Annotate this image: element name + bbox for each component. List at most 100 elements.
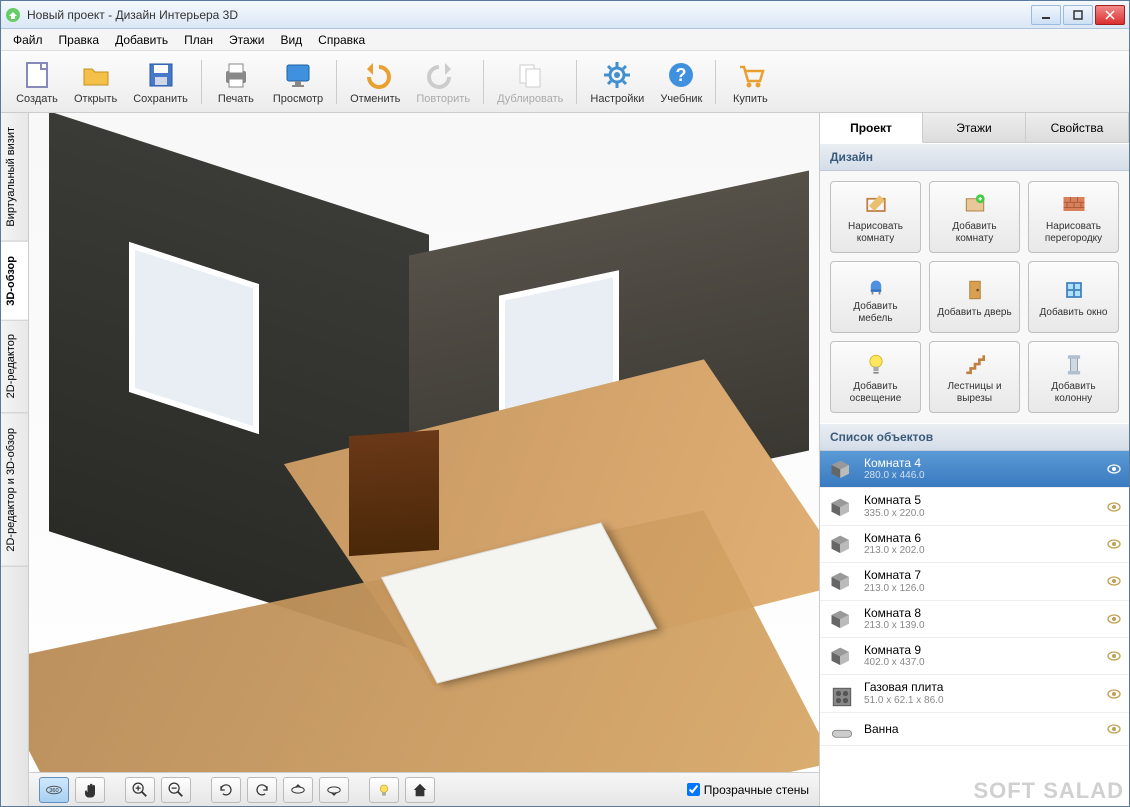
- window-title: Новый проект - Дизайн Интерьера 3D: [27, 8, 1031, 22]
- visibility-eye-icon[interactable]: [1107, 576, 1121, 586]
- toolbar-print-button[interactable]: Печать: [208, 56, 264, 108]
- design-column-button[interactable]: Добавить колонну: [1028, 341, 1119, 413]
- object-name: Ванна: [864, 722, 1099, 736]
- visibility-eye-icon[interactable]: [1107, 502, 1121, 512]
- view-tab[interactable]: 3D-обзор: [1, 242, 28, 321]
- design-window-button[interactable]: Добавить окно: [1028, 261, 1119, 333]
- toolbar-label: Просмотр: [273, 93, 323, 105]
- transparent-walls-checkbox[interactable]: Прозрачные стены: [687, 783, 809, 797]
- toolbar-separator: [576, 60, 577, 104]
- checkbox-input[interactable]: [687, 783, 700, 796]
- object-list-item[interactable]: Комната 7 213.0 x 126.0: [820, 563, 1129, 600]
- object-dimensions: 213.0 x 202.0: [864, 545, 1099, 557]
- design-button-label: Нарисовать перегородку: [1033, 221, 1114, 244]
- object-dimensions: 335.0 x 220.0: [864, 508, 1099, 520]
- visibility-eye-icon[interactable]: [1107, 689, 1121, 699]
- view-tilt-up-button[interactable]: [283, 777, 313, 803]
- menu-Этажи[interactable]: Этажи: [221, 31, 272, 49]
- object-list-item[interactable]: Комната 9 402.0 x 437.0: [820, 638, 1129, 675]
- hand-icon: [80, 780, 100, 800]
- toolbar-folder-button[interactable]: Открыть: [67, 56, 124, 108]
- object-name: Комната 9: [864, 643, 1099, 657]
- object-dimensions: 51.0 x 62.1 x 86.0: [864, 695, 1099, 707]
- design-button-label: Лестницы и вырезы: [934, 381, 1015, 404]
- viewport-toolbar: 360 Прозрачные стены: [29, 772, 819, 806]
- maximize-button[interactable]: [1063, 5, 1093, 25]
- view-tab[interactable]: Виртуальный визит: [1, 113, 28, 242]
- close-button[interactable]: [1095, 5, 1125, 25]
- chair-icon: [862, 270, 890, 298]
- view-zoom-in-button[interactable]: [125, 777, 155, 803]
- visibility-eye-icon[interactable]: [1107, 651, 1121, 661]
- toolbar-label: Отменить: [350, 93, 400, 105]
- design-add-room-button[interactable]: Добавить комнату: [929, 181, 1020, 253]
- toolbar-help-button[interactable]: ?Учебник: [653, 56, 709, 108]
- menu-Файл[interactable]: Файл: [5, 31, 51, 49]
- design-draw-room-button[interactable]: Нарисовать комнату: [830, 181, 921, 253]
- view-hand-button[interactable]: [75, 777, 105, 803]
- toolbar-save-button[interactable]: Сохранить: [126, 56, 195, 108]
- panel-tab-Проект[interactable]: Проект: [820, 113, 923, 143]
- view-zoom-out-button[interactable]: [161, 777, 191, 803]
- visibility-eye-icon[interactable]: [1107, 614, 1121, 624]
- visibility-eye-icon[interactable]: [1107, 539, 1121, 549]
- view-360-button[interactable]: 360: [39, 777, 69, 803]
- menu-План[interactable]: План: [176, 31, 221, 49]
- panel-tab-Этажи[interactable]: Этажи: [923, 113, 1026, 143]
- toolbar-cart-button[interactable]: Купить: [722, 56, 778, 108]
- toolbar-label: Создать: [16, 93, 58, 105]
- object-list-item[interactable]: Ванна: [820, 713, 1129, 746]
- design-chair-button[interactable]: Добавить мебель: [830, 261, 921, 333]
- object-list-item[interactable]: Газовая плита 51.0 x 62.1 x 86.0: [820, 675, 1129, 712]
- visibility-eye-icon[interactable]: [1107, 724, 1121, 734]
- toolbar-monitor-button[interactable]: Просмотр: [266, 56, 330, 108]
- view-rotate-cw-button[interactable]: [211, 777, 241, 803]
- right-panel: ПроектЭтажиСвойства Дизайн Нарисовать ко…: [819, 113, 1129, 806]
- scene-render: [29, 113, 819, 772]
- minimize-button[interactable]: [1031, 5, 1061, 25]
- object-dimensions: 213.0 x 126.0: [864, 583, 1099, 595]
- view-light-button[interactable]: [369, 777, 399, 803]
- help-icon: ?: [665, 59, 697, 91]
- object-list-item[interactable]: Комната 8 213.0 x 139.0: [820, 601, 1129, 638]
- box-icon: [828, 608, 856, 630]
- object-dimensions: 213.0 x 139.0: [864, 620, 1099, 632]
- view-rotate-ccw-button[interactable]: [247, 777, 277, 803]
- view-home-button[interactable]: [405, 777, 435, 803]
- toolbar-gear-button[interactable]: Настройки: [583, 56, 651, 108]
- home-icon: [410, 780, 430, 800]
- panel-tab-Свойства[interactable]: Свойства: [1026, 113, 1129, 143]
- file-icon: [21, 59, 53, 91]
- add-room-icon: [961, 190, 989, 218]
- view-tilt-down-button[interactable]: [319, 777, 349, 803]
- toolbar-label: Повторить: [416, 93, 470, 105]
- menu-Вид[interactable]: Вид: [272, 31, 310, 49]
- design-stairs-button[interactable]: Лестницы и вырезы: [929, 341, 1020, 413]
- box-icon: [828, 533, 856, 555]
- object-list-item[interactable]: Комната 6 213.0 x 202.0: [820, 526, 1129, 563]
- design-section-header: Дизайн: [820, 143, 1129, 171]
- design-door-button[interactable]: Добавить дверь: [929, 261, 1020, 333]
- design-button-label: Добавить окно: [1040, 307, 1108, 319]
- toolbar-label: Купить: [733, 93, 768, 105]
- zoom-out-icon: [166, 780, 186, 800]
- object-list-item[interactable]: Комната 4 280.0 x 446.0: [820, 451, 1129, 488]
- design-button-label: Добавить колонну: [1033, 381, 1114, 404]
- object-list-item[interactable]: Комната 5 335.0 x 220.0: [820, 488, 1129, 525]
- watermark: SOFT SALAD: [973, 781, 1124, 801]
- menu-Справка[interactable]: Справка: [310, 31, 373, 49]
- view-tab[interactable]: 2D-редактор: [1, 320, 28, 413]
- stairs-icon: [961, 350, 989, 378]
- toolbar-file-button[interactable]: Создать: [9, 56, 65, 108]
- menu-Добавить[interactable]: Добавить: [107, 31, 176, 49]
- toolbar-undo-button[interactable]: Отменить: [343, 56, 407, 108]
- design-wall-button[interactable]: Нарисовать перегородку: [1028, 181, 1119, 253]
- object-dimensions: 402.0 x 437.0: [864, 657, 1099, 669]
- 3d-viewport[interactable]: [29, 113, 819, 772]
- design-bulb-button[interactable]: Добавить освещение: [830, 341, 921, 413]
- visibility-eye-icon[interactable]: [1107, 464, 1121, 474]
- menu-Правка[interactable]: Правка: [51, 31, 108, 49]
- print-icon: [220, 59, 252, 91]
- view-tab[interactable]: 2D-редактор и 3D-обзор: [1, 414, 28, 567]
- object-name: Комната 5: [864, 493, 1099, 507]
